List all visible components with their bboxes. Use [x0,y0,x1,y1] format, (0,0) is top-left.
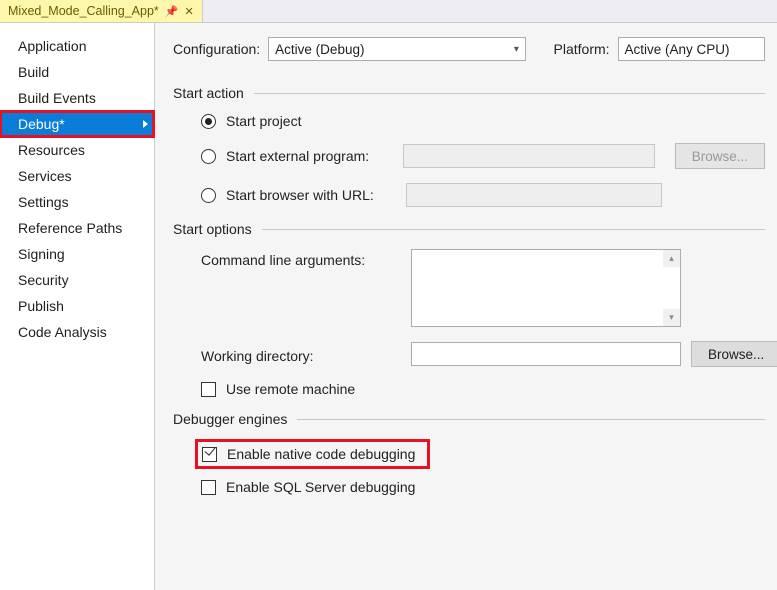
radio-icon [201,188,216,203]
section-title: Start action [173,85,244,101]
radio-start-project[interactable]: Start project [201,113,765,129]
use-remote-checkbox[interactable] [201,382,216,397]
section-start-options: Start options [173,221,765,237]
configuration-value: Active (Debug) [275,42,364,57]
external-program-field[interactable] [403,144,655,168]
sidebar-item-build-events[interactable]: Build Events [0,85,154,111]
working-dir-label: Working directory: [201,345,401,364]
platform-label: Platform: [554,41,610,57]
browser-url-field[interactable] [406,183,662,207]
browse-working-dir-button[interactable]: Browse... [691,341,777,367]
browse-external-button[interactable]: Browse... [675,143,765,169]
sidebar-item-security[interactable]: Security [0,267,154,293]
cmd-args-label: Command line arguments: [201,249,401,268]
tabstrip: Mixed_Mode_Calling_App* 📌 ✕ [0,0,777,23]
platform-value: Active (Any CPU) [625,42,730,57]
sidebar-item-debug[interactable]: Debug* [0,111,154,137]
section-title: Start options [173,221,252,237]
highlighted-native-debug: Enable native code debugging [195,439,430,469]
section-debugger-engines: Debugger engines [173,411,765,427]
sidebar-item-application[interactable]: Application [0,33,154,59]
configuration-dropdown[interactable]: Active (Debug) ▾ [268,37,526,61]
content-panel: Configuration: Active (Debug) ▾ Platform… [155,23,777,590]
chevron-down-icon: ▾ [514,44,519,55]
enable-sql-checkbox[interactable] [201,480,216,495]
platform-dropdown[interactable]: Active (Any CPU) [618,37,765,61]
scroll-up-icon[interactable]: ▴ [663,250,680,267]
tab-title: Mixed_Mode_Calling_App* [8,4,159,18]
config-row: Configuration: Active (Debug) ▾ Platform… [173,37,765,61]
sidebar-item-build[interactable]: Build [0,59,154,85]
sidebar-item-settings[interactable]: Settings [0,189,154,215]
radio-icon [201,114,216,129]
radio-start-browser[interactable]: Start browser with URL: [201,183,765,207]
working-dir-field[interactable] [411,342,681,366]
radio-icon [201,149,216,164]
close-icon[interactable]: ✕ [185,5,194,18]
section-start-action: Start action [173,85,765,101]
sidebar-item-resources[interactable]: Resources [0,137,154,163]
sidebar-item-reference-paths[interactable]: Reference Paths [0,215,154,241]
radio-start-external[interactable]: Start external program: Browse... [201,143,765,169]
configuration-label: Configuration: [173,41,260,57]
sidebar-item-publish[interactable]: Publish [0,293,154,319]
sidebar-item-services[interactable]: Services [0,163,154,189]
section-title: Debugger engines [173,411,287,427]
sidebar-item-signing[interactable]: Signing [0,241,154,267]
pin-icon[interactable]: 📌 [165,5,179,18]
sidebar: Application Build Build Events Debug* Re… [0,23,155,590]
sidebar-item-code-analysis[interactable]: Code Analysis [0,319,154,345]
cmd-args-textarea[interactable]: ▴ ▾ [411,249,681,327]
enable-native-checkbox[interactable] [202,447,217,462]
scroll-down-icon[interactable]: ▾ [663,309,680,326]
document-tab[interactable]: Mixed_Mode_Calling_App* 📌 ✕ [0,0,203,22]
